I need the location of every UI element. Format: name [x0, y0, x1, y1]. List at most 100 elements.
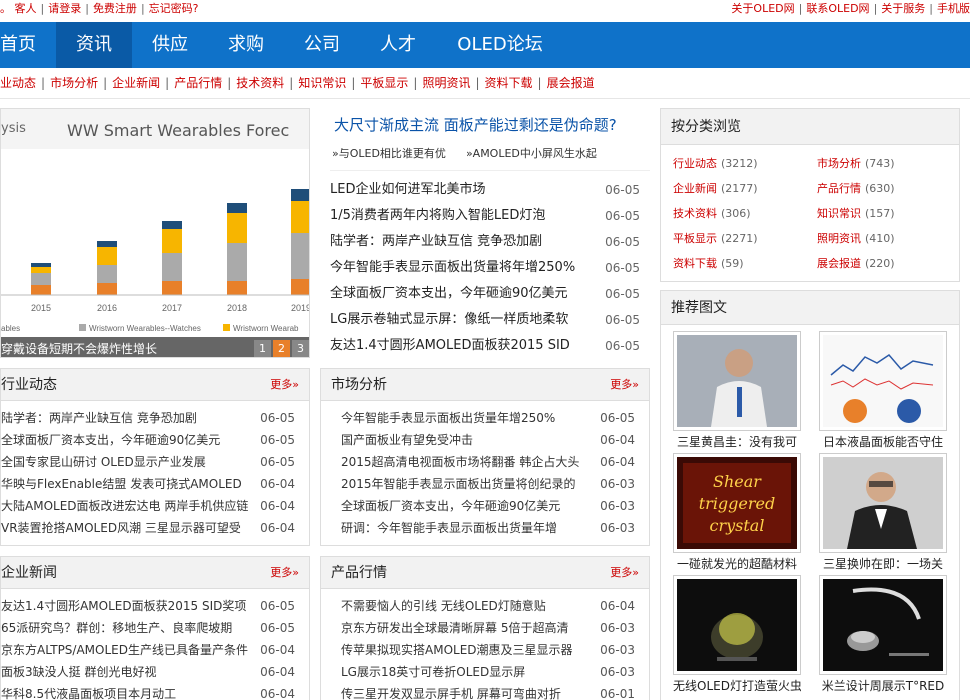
forgot-password-link[interactable]: 忘记密码? [149, 2, 199, 15]
subnav-lighting[interactable]: 照明资讯 [422, 76, 470, 90]
list-item-title[interactable]: 华映与FlexEnable结盟 发表可挠式AMOLED [1, 477, 242, 491]
nav-supply[interactable]: 供应 [142, 22, 198, 68]
list-item[interactable]: 传三星开发双显示屏手机 屏幕可弯曲对折 06-01 [321, 683, 649, 700]
top-news-item[interactable]: 陆学者：两岸产业缺互信 竞争恐加剧 06-05 [330, 229, 640, 255]
list-item[interactable]: 全球面板厂资本支出，今年砸逾90亿美元 06-03 [321, 495, 649, 517]
list-item-title[interactable]: 传三星开发双显示屏手机 屏幕可弯曲对折 [341, 687, 561, 700]
nav-company[interactable]: 公司 [294, 22, 350, 68]
list-item-title[interactable]: 研调：今年智能手表显示面板出货量年增 [341, 521, 557, 535]
list-item[interactable]: 陆学者：两岸产业缺互信 竞争恐加剧 06-05 [1, 407, 309, 429]
list-item-title[interactable]: 全球面板厂资本支出，今年砸逾90亿美元 [341, 499, 560, 513]
list-item[interactable]: 2015年智能手表显示面板出货量将创纪录的 06-03 [321, 473, 649, 495]
list-item[interactable]: 传苹果拟现实搭AMOLED潮惠及三星显示器 06-03 [321, 639, 649, 661]
list-item-title[interactable]: 京东方ALTPS/AMOLED生产线已具备量产条件 [1, 643, 248, 657]
about-link[interactable]: 关于OLED网 [731, 2, 794, 15]
slide-caption[interactable]: 穿戴设备短期不会爆炸性增长 [1, 340, 157, 357]
news-title[interactable]: 1/5消费者两年内将购入智能LED灯泡 [330, 208, 545, 223]
news-title[interactable]: LED企业如何进军北美市场 [330, 182, 485, 197]
category-name[interactable]: 平板显示 [673, 232, 717, 245]
nav-talent[interactable]: 人才 [370, 22, 426, 68]
category-link[interactable]: 企业新闻 (2177) [673, 180, 758, 196]
category-name[interactable]: 行业动态 [673, 157, 717, 170]
list-item[interactable]: 面板3缺没人挺 群创光电好视 06-04 [1, 661, 309, 683]
category-link[interactable]: 展会报道 (220) [817, 255, 895, 271]
recommended-item[interactable]: 三星黄昌圭：没有我可 [673, 331, 801, 451]
top-news-item[interactable]: LED企业如何进军北美市场 06-05 [330, 177, 640, 203]
more-link[interactable]: 更多» [270, 557, 299, 589]
top-news-item[interactable]: 1/5消费者两年内将购入智能LED灯泡 06-05 [330, 203, 640, 229]
category-link[interactable]: 照明资讯 (410) [817, 230, 895, 246]
subnav-company[interactable]: 企业新闻 [112, 76, 160, 90]
list-item[interactable]: LG展示18英寸可卷折OLED显示屏 06-03 [321, 661, 649, 683]
top-news-item[interactable]: 全球面板厂资本支出，今年砸逾90亿美元 06-05 [330, 281, 640, 307]
news-title[interactable]: 今年智能手表显示面板出货量将年增250% [330, 260, 575, 275]
slide-page-2[interactable]: 2 [273, 340, 290, 357]
category-name[interactable]: 展会报道 [817, 257, 861, 270]
category-link[interactable]: 行业动态 (3212) [673, 155, 758, 171]
list-item-title[interactable]: 全球面板厂资本支出，今年砸逾90亿美元 [1, 433, 220, 447]
category-link[interactable]: 平板显示 (2271) [673, 230, 758, 246]
list-item-title[interactable]: 京东方研发出全球最清晰屏幕 5倍于超高清 [341, 621, 568, 635]
list-item[interactable]: 不需要恼人的引线 无线OLED灯随意贴 06-04 [321, 595, 649, 617]
list-item-title[interactable]: VR装置抢搭AMOLED风潮 三星显示器可望受 [1, 521, 241, 535]
subnav-market[interactable]: 市场分析 [50, 76, 98, 90]
list-item[interactable]: 今年智能手表显示面板出货量年增250% 06-05 [321, 407, 649, 429]
subnav-panel[interactable]: 平板显示 [360, 76, 408, 90]
category-name[interactable]: 产品行情 [817, 182, 861, 195]
list-item-title[interactable]: 大陆AMOLED面板改进宏达电 两岸手机供应链 [1, 499, 248, 513]
list-item-title[interactable]: 2015年智能手表显示面板出货量将创纪录的 [341, 477, 576, 491]
list-item-title[interactable]: 面板3缺没人挺 群创光电好视 [1, 665, 156, 679]
more-link[interactable]: 更多» [610, 557, 639, 589]
recommended-item[interactable]: 无线OLED灯打造萤火虫 [673, 575, 801, 695]
subnav-tech[interactable]: 技术资料 [236, 76, 284, 90]
nav-news[interactable]: 资讯 [56, 22, 132, 68]
list-item[interactable]: 全国专家昆山研讨 OLED显示产业发展 06-05 [1, 451, 309, 473]
recommended-item[interactable]: Shear triggered crystal 一碰就发光的超酷材料 [673, 453, 801, 573]
list-item[interactable]: VR装置抢搭AMOLED风潮 三星显示器可望受 06-04 [1, 517, 309, 539]
top-news-item[interactable]: LG展示卷轴式显示屏：像纸一样质地柔软 06-05 [330, 307, 640, 333]
list-item[interactable]: 友达1.4寸圆形AMOLED面板获2015 SID奖项 06-05 [1, 595, 309, 617]
list-item-title[interactable]: 不需要恼人的引线 无线OLED灯随意贴 [341, 599, 546, 613]
news-title[interactable]: LG展示卷轴式显示屏：像纸一样质地柔软 [330, 312, 568, 327]
subnav-industry[interactable]: 业动态 [0, 76, 36, 90]
category-name[interactable]: 企业新闻 [673, 182, 717, 195]
nav-home[interactable]: 首页 [0, 22, 46, 68]
subnav-download[interactable]: 资料下载 [485, 76, 533, 90]
list-item-title[interactable]: LG展示18英寸可卷折OLED显示屏 [341, 665, 525, 679]
news-title[interactable]: 友达1.4寸圆形AMOLED面板获2015 SID [330, 338, 570, 353]
login-link[interactable]: 请登录 [48, 2, 81, 15]
category-link[interactable]: 产品行情 (630) [817, 180, 895, 196]
top-news-item[interactable]: 今年智能手表显示面板出货量将年增250% 06-05 [330, 255, 640, 281]
list-item-title[interactable]: 华科8.5代液晶面板项目本月动工 [1, 687, 176, 700]
list-item[interactable]: 华科8.5代液晶面板项目本月动工 06-04 [1, 683, 309, 700]
list-item[interactable]: 研调：今年智能手表显示面板出货量年增 06-03 [321, 517, 649, 539]
recommended-item[interactable]: 米兰设计周展示T°RED [819, 575, 947, 695]
nav-forum[interactable]: OLED论坛 [450, 22, 550, 68]
more-link[interactable]: 更多» [270, 369, 299, 401]
featured-slideshow[interactable]: ysis WW Smart Wearables Forec 2015 2016 … [0, 108, 310, 358]
subnav-expo[interactable]: 展会报道 [547, 76, 595, 90]
news-title[interactable]: 陆学者：两岸产业缺互信 竞争恐加剧 [330, 234, 542, 249]
slide-page-1[interactable]: 1 [254, 340, 271, 357]
nav-purchase[interactable]: 求购 [218, 22, 274, 68]
headline-title[interactable]: 大尺寸渐成主流 面板产能过剩还是伪命题? [334, 114, 617, 135]
list-item-title[interactable]: 友达1.4寸圆形AMOLED面板获2015 SID奖项 [1, 599, 246, 613]
more-link[interactable]: 更多» [610, 369, 639, 401]
guest-link[interactable]: 客人 [15, 2, 37, 15]
subnav-knowledge[interactable]: 知识常识 [298, 76, 346, 90]
list-item[interactable]: 京东方研发出全球最清晰屏幕 5倍于超高清 06-03 [321, 617, 649, 639]
register-link[interactable]: 免费注册 [93, 2, 137, 15]
recommended-item[interactable]: 日本液晶面板能否守住 [819, 331, 947, 451]
contact-link[interactable]: 联系OLED网 [806, 2, 869, 15]
category-name[interactable]: 技术资料 [673, 207, 717, 220]
news-title[interactable]: 全球面板厂资本支出，今年砸逾90亿美元 [330, 286, 568, 301]
list-item-title[interactable]: 国产面板业有望免受冲击 [341, 433, 473, 447]
list-item[interactable]: 华映与FlexEnable结盟 发表可挠式AMOLED 06-04 [1, 473, 309, 495]
category-link[interactable]: 技术资料 (306) [673, 205, 751, 221]
list-item[interactable]: 全球面板厂资本支出，今年砸逾90亿美元 06-05 [1, 429, 309, 451]
list-item-title[interactable]: 65派研究鸟？群创：移地生产、良率爬坡期 [1, 621, 232, 635]
headline-sublink[interactable]: »AMOLED中小屏风生水起 [466, 147, 597, 160]
list-item[interactable]: 京东方ALTPS/AMOLED生产线已具备量产条件 06-04 [1, 639, 309, 661]
category-name[interactable]: 照明资讯 [817, 232, 861, 245]
list-item-title[interactable]: 传苹果拟现实搭AMOLED潮惠及三星显示器 [341, 643, 573, 657]
